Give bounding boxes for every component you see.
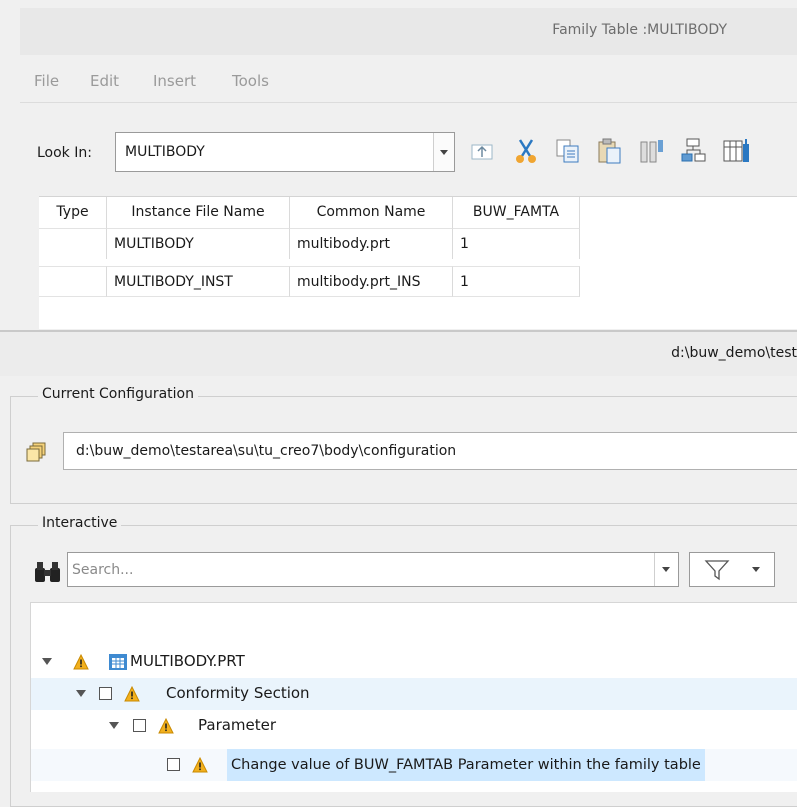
hierarchy-icon[interactable] [679,136,709,166]
family-table-window: Family Table :MULTIBODY File Edit Insert… [0,0,797,330]
look-in-dropdown[interactable]: MULTIBODY [115,132,455,172]
warning-icon [124,686,140,702]
window-title: Family Table :MULTIBODY [552,22,727,38]
table-cell-value[interactable]: 1 [453,266,580,297]
look-in-value: MULTIBODY [125,144,205,160]
configuration-path-field[interactable]: d:\buw_demo\testarea\su\tu_creo7\body\co… [63,432,797,470]
menu-file[interactable]: File [34,72,59,90]
menu-tools[interactable]: Tools [232,72,269,90]
search-input[interactable] [67,552,679,587]
tree-label-root: MULTIBODY.PRT [130,652,245,670]
table-cell-common-name[interactable]: multibody.prt_INS [290,266,453,297]
cut-icon[interactable] [511,136,541,166]
paste-icon[interactable] [595,136,625,166]
expand-icon[interactable] [109,722,119,729]
interactive-legend: Interactive [38,515,122,531]
column-header-type[interactable]: Type [39,197,107,228]
table-cell-common-name[interactable]: multibody.prt [290,228,453,259]
table-cell-type[interactable] [39,228,107,259]
insert-column-icon[interactable] [637,136,667,166]
menu-insert[interactable]: Insert [153,72,196,90]
family-table-grid: Type Instance File Name Common Name BUW_… [39,196,797,329]
path-header-text: d:\buw_demo\test [671,345,797,361]
configuration-icon [26,442,46,462]
column-header-instance-file-name[interactable]: Instance File Name [107,197,290,228]
expand-icon[interactable] [76,690,86,697]
filter-icon [704,560,730,581]
table-cell-type[interactable] [39,266,107,297]
menu-bar: File Edit Insert Tools [20,62,797,103]
family-table-titlebar[interactable]: Family Table :MULTIBODY [20,8,797,55]
filter-button[interactable] [689,552,775,587]
column-header-common-name[interactable]: Common Name [290,197,453,228]
menu-edit[interactable]: Edit [90,72,119,90]
tree-label-group: Parameter [198,716,277,734]
checkbox[interactable] [133,719,146,732]
part-file-icon [109,654,127,670]
copy-icon[interactable] [553,136,583,166]
tree-label-section: Conformity Section [166,684,310,702]
checkbox[interactable] [99,687,112,700]
warning-icon [192,757,208,773]
current-configuration-legend: Current Configuration [38,386,198,402]
tree-row-section[interactable]: Conformity Section [31,678,797,710]
table-cell-value[interactable]: 1 [453,228,580,259]
chevron-down-icon[interactable] [433,133,454,171]
chevron-down-icon[interactable] [752,567,760,572]
check-results-tree: MULTIBODY.PRT Conformity Section Paramet… [30,602,797,792]
path-header: d:\buw_demo\test [0,332,797,376]
tree-row-item[interactable]: Change value of BUW_FAMTAB Parameter wit… [31,749,797,781]
table-columns-icon[interactable] [721,136,751,166]
chevron-down-icon[interactable] [654,553,679,586]
move-up-icon[interactable] [468,136,498,166]
look-in-label: Look In: [37,145,92,161]
table-cell-instance[interactable]: MULTIBODY [107,228,290,259]
warning-icon [73,654,89,670]
tree-row-group[interactable]: Parameter [31,710,797,742]
checkbox[interactable] [167,758,180,771]
binoculars-icon[interactable] [33,560,63,584]
table-cell-instance[interactable]: MULTIBODY_INST [107,266,290,297]
column-header-buw-famtab[interactable]: BUW_FAMTA [453,197,580,228]
tree-label-item: Change value of BUW_FAMTAB Parameter wit… [227,749,705,781]
expand-icon[interactable] [42,658,52,665]
warning-icon [158,718,174,734]
tree-row-root[interactable]: MULTIBODY.PRT [31,646,797,678]
configuration-path-text: d:\buw_demo\testarea\su\tu_creo7\body\co… [76,443,457,459]
